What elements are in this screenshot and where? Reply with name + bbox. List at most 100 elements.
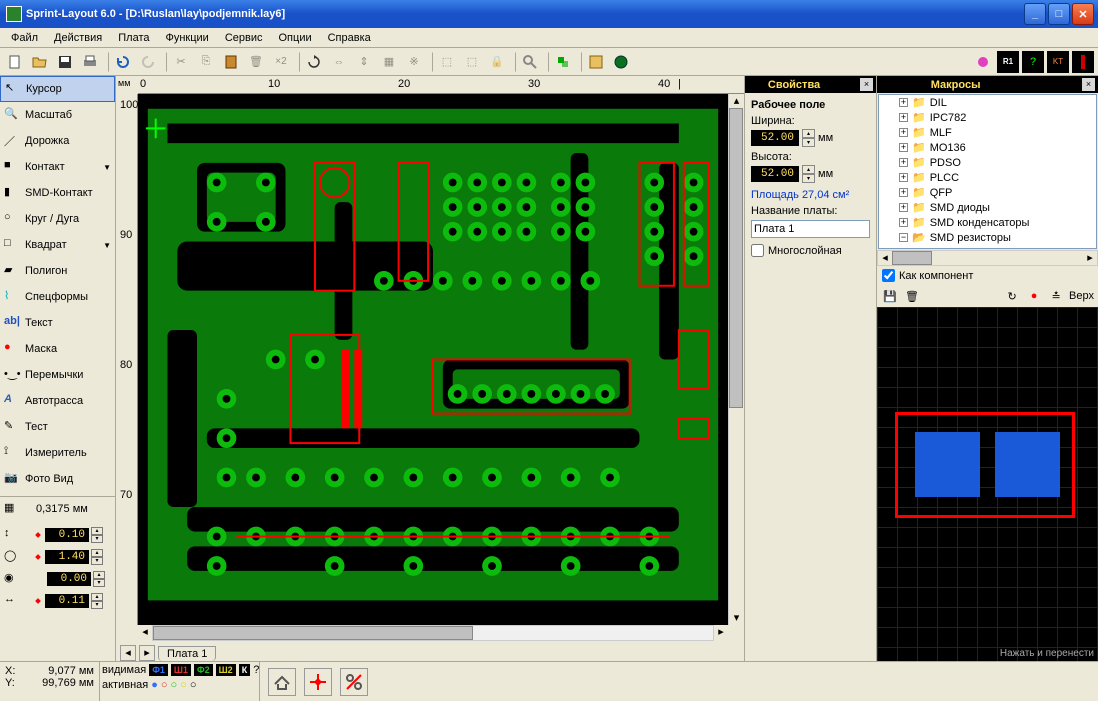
macro-tree-hscroll[interactable]: ◂▸ [877,250,1098,266]
padouter-icon: ◯ [4,549,34,565]
horizontal-scrollbar[interactable]: ◂ ▸ [116,625,744,641]
kt-button[interactable]: KT [1047,51,1069,73]
multilayer-checkbox[interactable] [751,244,764,257]
tool-autoroute[interactable]: AАвтотрасса [0,388,115,414]
maximize-button[interactable]: □ [1048,3,1070,25]
tool-test[interactable]: ✎Тест [0,414,115,440]
menu-board[interactable]: Плата [111,30,156,46]
tool-cursor[interactable]: ↖Курсор [0,76,115,102]
circle-icon: ○ [4,211,20,227]
cut-button[interactable]: ✂ [170,51,192,73]
menu-help[interactable]: Справка [321,30,378,46]
print-button[interactable] [79,51,101,73]
align-button[interactable]: ▦ [378,51,400,73]
menu-file[interactable]: Файл [4,30,45,46]
param-padinner[interactable]: ◉0.00▴▾ [4,569,111,589]
tool-rect[interactable]: □Квадрат▼ [0,232,115,258]
macro-delete-icon[interactable]: 🗑 [903,287,921,305]
measure-icon: ⟟ [4,445,20,461]
paste-button[interactable] [220,51,242,73]
help-button[interactable]: ? [1022,51,1044,73]
connections-button[interactable] [340,668,368,696]
duplicate-button[interactable]: ×2 [270,51,292,73]
tree-item: −📂SMD резисторы [879,230,1096,245]
mirror-v-button[interactable]: ⇕ [353,51,375,73]
new-button[interactable] [4,51,26,73]
menu-options[interactable]: Опции [272,30,319,46]
zoom-button[interactable] [519,51,541,73]
tool-palette: ↖Курсор 🔍Масштаб ／Дорожка ■Контакт▼ ▮SMD… [0,76,116,661]
origin-button[interactable] [304,668,332,696]
copy-button[interactable]: ⎘ [195,51,217,73]
tool-pad[interactable]: ■Контакт▼ [0,154,115,180]
vertical-scrollbar[interactable]: ▴ ▾ [728,94,744,625]
as-component-checkbox[interactable] [882,269,895,282]
delete-button[interactable]: 🗑 [245,51,267,73]
height-value[interactable]: 52.00 [751,166,799,182]
param-padouter[interactable]: ◯1.40▴▾ [4,547,111,567]
tool-text[interactable]: ab|Текст [0,310,115,336]
drc-button[interactable] [972,51,994,73]
tool-smd[interactable]: ▮SMD-Контакт [0,180,115,206]
panel2-button[interactable] [610,51,632,73]
pad-icon: ■ [4,159,20,175]
menu-actions[interactable]: Действия [47,30,109,46]
macro-tree[interactable]: +📁DIL +📁IPC782 +📁MLF +📁MO136 +📁PDSO +📁PL… [878,94,1097,249]
open-button[interactable] [29,51,51,73]
redo-button[interactable] [137,51,159,73]
tab-prev[interactable]: ◂ [120,645,136,661]
undo-button[interactable] [112,51,134,73]
ground-button[interactable] [268,668,296,696]
tab-board1[interactable]: Плата 1 [158,646,216,661]
macro-layer-icon[interactable]: ≛ [1047,287,1065,305]
status-bar: X:9,077 мм Y:99,769 мм видимая Ф1 Ш1 Ф2 … [0,661,1098,701]
macros-close[interactable]: × [1082,78,1095,91]
snap-button[interactable]: ※ [403,51,425,73]
ruler-horizontal: мм 0 10 20 30 40 | [116,76,744,94]
minimize-button[interactable]: _ [1024,3,1046,25]
tool-polygon[interactable]: ▰Полигон [0,258,115,284]
layer-visibility[interactable]: видимая Ф1 Ш1 Ф2 Ш2 К ? активная ●○○○○ [100,662,260,701]
tool-track[interactable]: ／Дорожка [0,128,115,154]
param-line[interactable]: ↔0.11▴▾ [4,591,111,611]
tree-item: +📁PLCC [879,170,1096,185]
tree-item: +📁DIL [879,95,1096,110]
r1-button[interactable]: R1 [997,51,1019,73]
rotate-button[interactable] [303,51,325,73]
mirror-h-button[interactable]: ⇔ [328,51,350,73]
layer-button[interactable] [1072,51,1094,73]
tool-mask[interactable]: ●Маска [0,336,115,362]
tool-measure[interactable]: ⟟Измеритель [0,440,115,466]
tool-jumper[interactable]: •‿•Перемычки [0,362,115,388]
tool-circle[interactable]: ○Круг / Дуга [0,206,115,232]
boardname-input[interactable] [751,220,870,238]
tool-photo[interactable]: 📷Фото Вид [0,466,115,492]
pcb-canvas[interactable] [138,94,728,625]
close-button[interactable]: ✕ [1072,3,1094,25]
tree-item: +📁MO136 [879,140,1096,155]
area-link[interactable]: Площадь 27,04 см² [751,189,870,201]
panel1-button[interactable] [585,51,607,73]
save-button[interactable] [54,51,76,73]
ungroup-button[interactable]: ⬚ [461,51,483,73]
width-value[interactable]: 52.00 [751,130,799,146]
properties-close[interactable]: × [860,78,873,91]
tree-item: +📁MLF [879,125,1096,140]
menu-functions[interactable]: Функции [158,30,215,46]
macro-top-label[interactable]: Верх [1069,290,1094,302]
macro-save-icon[interactable]: 💾 [881,287,899,305]
param-trackwidth[interactable]: ↕0.10▴▾ [4,525,111,545]
grid-setting[interactable]: ▦0,3175 мм [4,499,111,519]
tool-zoom[interactable]: 🔍Масштаб [0,102,115,128]
special-icon: ⌇ [4,289,20,305]
menu-service[interactable]: Сервис [218,30,270,46]
macro-preview[interactable]: Нажать и перенести [877,307,1098,661]
lock-button[interactable]: 🔒 [486,51,508,73]
text-icon: ab| [4,315,20,331]
transparent-button[interactable] [552,51,574,73]
tool-special[interactable]: ⌇Спецформы [0,284,115,310]
tab-next[interactable]: ▸ [139,645,155,661]
macro-rotate-icon[interactable]: ↻ [1003,287,1021,305]
group-button[interactable]: ⬚ [436,51,458,73]
macro-record-icon[interactable]: ● [1025,287,1043,305]
